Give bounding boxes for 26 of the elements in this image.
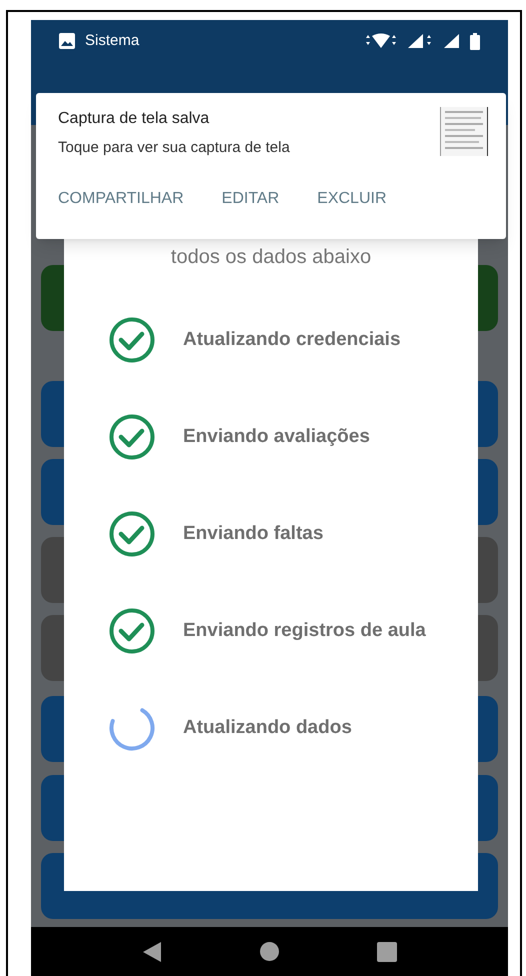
- task-label: Atualizando credenciais: [183, 328, 401, 352]
- home-icon[interactable]: [260, 942, 279, 961]
- loading-spinner-icon: [109, 705, 155, 751]
- task-label: Atualizando dados: [183, 716, 352, 740]
- task-label: Enviando faltas: [183, 522, 324, 546]
- signal-icon: [408, 33, 434, 49]
- back-icon[interactable]: [142, 940, 162, 962]
- notification-title: Captura de tela salva: [58, 109, 210, 129]
- status-app-name: Sistema: [85, 30, 140, 51]
- check-circle-icon: [109, 608, 155, 654]
- battery-icon: [470, 32, 480, 50]
- notification-text: Toque para ver sua captura de tela: [58, 138, 290, 158]
- dialog-subtitle: todos os dados abaixo: [170, 245, 372, 270]
- recents-icon[interactable]: [377, 942, 397, 962]
- task-label: Enviando avaliações: [183, 424, 370, 449]
- check-circle-icon: [109, 511, 155, 557]
- notification-action[interactable]: EXCLUIR: [317, 186, 386, 210]
- image-icon: [59, 33, 75, 49]
- notification-action[interactable]: EDITAR: [222, 186, 280, 210]
- wifi-icon: [364, 33, 398, 49]
- task-label: Enviando registros de aula: [183, 618, 426, 643]
- check-circle-icon: [109, 414, 155, 460]
- notification-action[interactable]: COMPARTILHAR: [58, 186, 184, 210]
- signal-icon: [444, 33, 460, 49]
- check-circle-icon: [109, 317, 155, 363]
- notification-card[interactable]: Captura de tela salva Toque para ver sua captura de tela COMPARTILHAR EDITAR EXCLUIR: [36, 93, 506, 239]
